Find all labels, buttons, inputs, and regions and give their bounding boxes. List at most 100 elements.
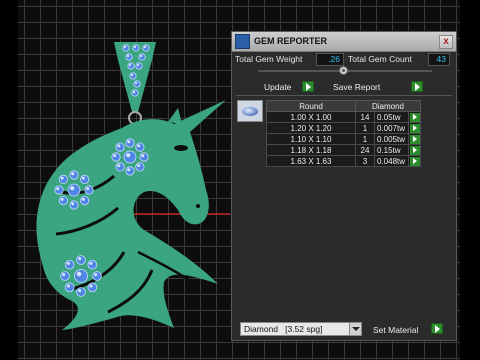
gem-stone [139, 152, 149, 162]
gem-highlight [81, 176, 85, 180]
gem-size-cell: 1.10 X 1.10 [266, 133, 356, 145]
row-select-cell[interactable] [408, 111, 421, 123]
detail-slider-handle[interactable] [339, 66, 348, 75]
gem-count-cell: 1 [355, 122, 375, 134]
unicorn-ear [168, 108, 182, 124]
gem-stone [111, 152, 121, 162]
gem-stone [60, 271, 70, 281]
total-gem-count-label: Total Gem Count [348, 54, 412, 64]
gem-count-cell: 3 [355, 155, 375, 167]
gem-stone [80, 196, 90, 206]
gem-stone [115, 162, 125, 172]
gem-size-cell: 1.20 X 1.20 [266, 122, 356, 134]
total-gem-count-value: 43 [428, 53, 450, 66]
update-button-label[interactable]: Update [264, 82, 291, 92]
gem-highlight [94, 273, 98, 277]
green-arrow-icon[interactable] [409, 145, 420, 155]
gem-highlight [127, 140, 131, 144]
save-report-button[interactable] [411, 81, 423, 92]
gem-highlight [126, 54, 130, 58]
row-select-cell[interactable] [408, 133, 421, 145]
gem-highlight [141, 154, 145, 158]
gem-highlight [127, 168, 131, 172]
gem-stone [84, 185, 94, 195]
unicorn-body [36, 100, 226, 330]
gem-stone [132, 44, 140, 52]
gem-highlight [66, 261, 70, 265]
green-arrow-icon[interactable] [409, 123, 420, 133]
gem-highlight [128, 63, 132, 67]
gem-highlight [137, 144, 141, 148]
green-arrow-icon[interactable] [409, 112, 420, 122]
gem-stone [54, 185, 64, 195]
gem-stone [64, 282, 75, 293]
gem-stone [67, 183, 81, 197]
gem-stone [74, 269, 88, 283]
gem-count-cell: 24 [355, 144, 375, 156]
material-dropdown[interactable]: Diamond [3.52 spg] [240, 322, 362, 336]
gem-count-cell: 14 [355, 111, 375, 123]
gem-stone [125, 53, 133, 61]
green-arrow-icon[interactable] [409, 134, 420, 144]
gem-highlight [139, 54, 143, 58]
gem-highlight [89, 261, 93, 265]
table-row[interactable]: 1.63 X 1.63 3 0.048tw [266, 155, 421, 167]
gem-highlight [71, 202, 75, 206]
close-button[interactable]: x [439, 35, 453, 49]
gem-weight-cell: 0.05tw [374, 111, 409, 123]
set-material-label[interactable]: Set Material [373, 325, 418, 335]
row-select-cell[interactable] [408, 144, 421, 156]
gem-stone [69, 170, 79, 180]
save-report-button-label[interactable]: Save Report [333, 82, 380, 92]
panel-title: GEM REPORTER [254, 36, 328, 46]
gem-highlight [60, 176, 64, 180]
gem-highlight [89, 284, 93, 288]
gem-stone [133, 80, 141, 88]
chevron-down-icon[interactable] [349, 323, 361, 335]
gem-count-cell: 1 [355, 133, 375, 145]
gem-highlight [132, 90, 136, 94]
gem-size-cell: 1.18 X 1.18 [266, 144, 356, 156]
round-gem-icon[interactable] [237, 100, 263, 122]
gem-stone [58, 174, 68, 184]
gem-stone [131, 89, 139, 97]
green-arrow-icon[interactable] [409, 156, 420, 166]
gem-stone [115, 142, 125, 152]
gem-highlight [117, 164, 121, 168]
close-icon: x [443, 36, 449, 47]
gem-stone [58, 196, 68, 206]
update-button[interactable] [302, 81, 314, 92]
gem-weight-cell: 0.005tw [374, 133, 409, 145]
gem-weight-cell: 0.15tw [374, 144, 409, 156]
gem-stone [64, 259, 75, 270]
gem-reporter-app-icon [235, 34, 250, 49]
gem-highlight [78, 257, 82, 261]
gem-highlight [60, 197, 64, 201]
gem-highlight [137, 164, 141, 168]
gem-highlight [126, 153, 131, 158]
material-dropdown-value: Diamond [3.52 spg] [244, 324, 323, 334]
gem-table: Round Diamond 1.00 X 1.00 14 0.05tw 1.20 X … [266, 100, 421, 167]
panel-titlebar[interactable]: GEM REPORTER x [232, 32, 456, 52]
gem-stone [87, 259, 98, 270]
table-row[interactable]: 1.10 X 1.10 1 0.005tw [266, 133, 421, 145]
gem-highlight [134, 81, 138, 85]
gem-stone [135, 162, 145, 172]
unicorn-nostril [196, 204, 200, 208]
gem-stone [138, 53, 146, 61]
gem-highlight [81, 197, 85, 201]
gem-size-cell: 1.63 X 1.63 [266, 155, 356, 167]
gem-stone [129, 72, 137, 80]
gem-stone [127, 62, 135, 70]
gem-highlight [76, 271, 82, 277]
table-row[interactable]: 1.18 X 1.18 24 0.15tw [266, 144, 421, 156]
row-select-cell[interactable] [408, 122, 421, 134]
gem-stone [142, 44, 150, 52]
set-material-button[interactable] [431, 323, 443, 334]
gem-highlight [86, 187, 90, 191]
row-select-cell[interactable] [408, 155, 421, 167]
table-row[interactable]: 1.00 X 1.00 14 0.05tw [266, 111, 421, 123]
table-row[interactable]: 1.20 X 1.20 1 0.007tw [266, 122, 421, 134]
gem-reporter-panel: GEM REPORTER x Total Gem Weight .26 Tota… [231, 31, 457, 341]
gem-weight-cell: 0.048tw [374, 155, 409, 167]
